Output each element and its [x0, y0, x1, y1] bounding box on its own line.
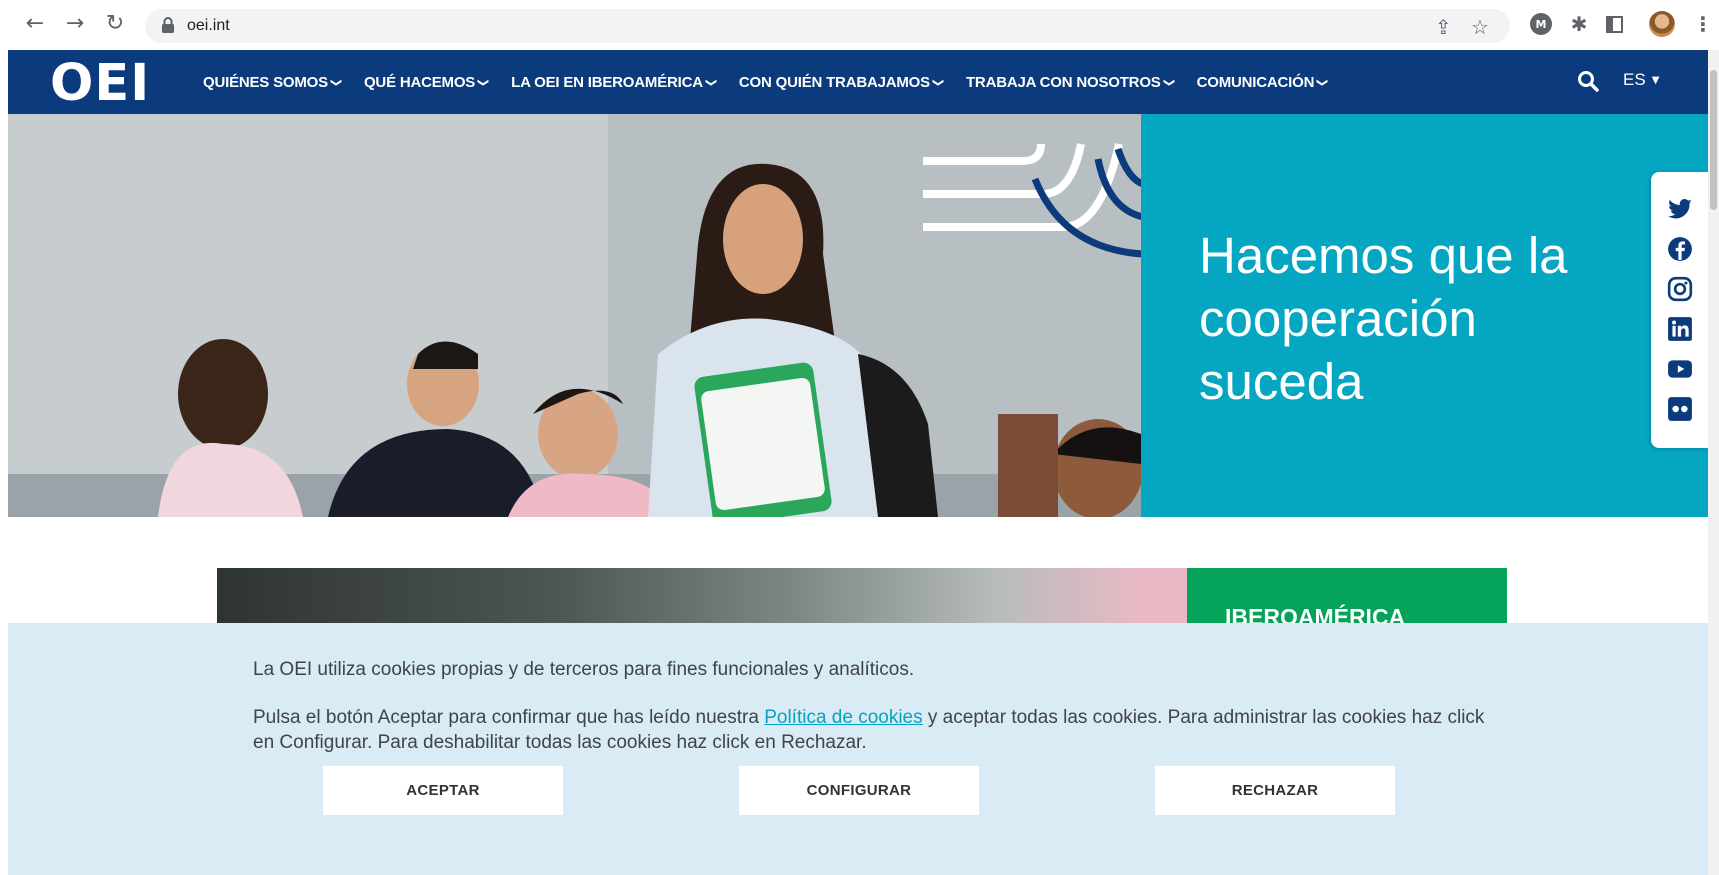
main-menu: QUIÉNES SOMOS ❯ QUÉ HACEMOS ❯ LA OEI EN IB… [203, 50, 1330, 114]
profile-avatar[interactable] [1649, 11, 1675, 37]
extension-m-icon[interactable]: M [1530, 13, 1552, 35]
star-icon[interactable]: ☆ [1471, 15, 1489, 39]
facebook-icon[interactable] [1667, 236, 1693, 262]
browser-toolbar: ← → ↻ oei.int ⇪ ☆ M ✱ ⋮ [0, 0, 1719, 50]
forward-icon[interactable]: → [62, 10, 88, 36]
caret-down-icon: ▼ [1651, 74, 1660, 86]
menu-item-quienes-somos[interactable]: QUIÉNES SOMOS ❯ [203, 74, 343, 91]
sidebar-icon[interactable] [1603, 13, 1625, 35]
search-icon[interactable] [1576, 69, 1600, 93]
back-icon[interactable]: ← [22, 10, 48, 36]
cookie-message: La OEI utiliza cookies propias y de terc… [253, 659, 915, 680]
cookie-banner: La OEI utiliza cookies propias y de terc… [8, 623, 1708, 875]
page-scrollbar[interactable] [1708, 50, 1719, 875]
configure-button[interactable]: CONFIGURAR [739, 766, 979, 815]
menu-item-trabaja-con-nosotros[interactable]: TRABAJA CON NOSOTROS ❯ [966, 74, 1176, 91]
youtube-icon[interactable] [1667, 356, 1693, 382]
lock-icon [162, 17, 174, 33]
linkedin-icon[interactable] [1667, 316, 1693, 342]
reload-icon[interactable]: ↻ [102, 10, 128, 36]
scrollbar-thumb[interactable] [1710, 70, 1717, 210]
cookie-instructions: Pulsa el botón Aceptar para confirmar qu… [253, 707, 1485, 753]
social-sidebar [1651, 172, 1708, 448]
site-navbar: OEI QUIÉNES SOMOS ❯ QUÉ HACEMOS ❯ LA OEI E… [8, 50, 1708, 114]
language-selector[interactable]: ES ▼ [1623, 70, 1659, 90]
kebab-menu-icon[interactable]: ⋮ [1692, 12, 1714, 36]
twitter-icon[interactable] [1667, 196, 1693, 222]
oei-logo[interactable]: OEI [50, 54, 150, 113]
menu-item-comunicacion[interactable]: COMUNICACIÓN ❯ [1197, 74, 1330, 91]
page: OEI QUIÉNES SOMOS ❯ QUÉ HACEMOS ❯ LA OEI E… [8, 50, 1708, 875]
menu-item-la-oei-en-iberoamerica[interactable]: LA OEI EN IBEROAMÉRICA ❯ [511, 74, 718, 91]
address-bar[interactable]: oei.int ⇪ ☆ [145, 9, 1510, 43]
chevron-down-icon: ❯ [329, 77, 343, 87]
menu-item-con-quien-trabajamos[interactable]: CON QUIÉN TRABAJAMOS ❯ [739, 74, 945, 91]
decorative-waves [923, 143, 1145, 258]
hero-title: Hacemos que la cooperación suceda [1199, 227, 1568, 410]
chevron-down-icon: ❯ [1316, 77, 1330, 87]
chevron-down-icon: ❯ [1162, 77, 1176, 87]
flickr-icon[interactable] [1667, 396, 1693, 422]
share-icon[interactable]: ⇪ [1435, 15, 1452, 39]
chevron-down-icon: ❯ [477, 77, 491, 87]
chevron-down-icon: ❯ [931, 77, 945, 87]
instagram-icon[interactable] [1667, 276, 1693, 302]
menu-item-que-hacemos[interactable]: QUÉ HACEMOS ❯ [364, 74, 491, 91]
puzzle-icon[interactable]: ✱ [1568, 12, 1590, 36]
reject-button[interactable]: RECHAZAR [1155, 766, 1395, 815]
chevron-down-icon: ❯ [704, 77, 718, 87]
hero-banner: Hacemos que la cooperación suceda [8, 114, 1708, 517]
url-text[interactable]: oei.int [187, 17, 230, 35]
accept-button[interactable]: ACEPTAR [323, 766, 563, 815]
hero-text-panel: Hacemos que la cooperación suceda [1141, 114, 1708, 517]
cookie-policy-link[interactable]: Política de cookies [764, 707, 922, 728]
